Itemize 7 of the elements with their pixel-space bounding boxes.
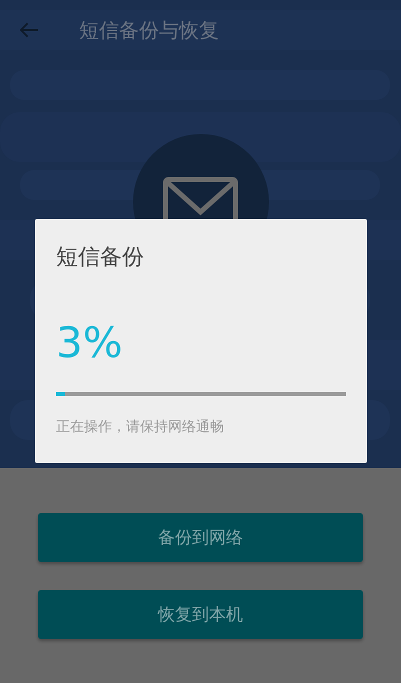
progress-message: 正在操作，请保持网络通畅 [56,418,225,436]
app-bar-title: 短信备份与恢复 [79,16,219,44]
action-button[interactable]: 恢复到本机 [38,590,363,639]
action-button[interactable]: 备份到网络 [38,513,363,562]
progress-percent: 3% [56,319,124,367]
back-arrow-icon[interactable] [20,22,39,38]
dialog-title: 短信备份 [56,244,145,272]
